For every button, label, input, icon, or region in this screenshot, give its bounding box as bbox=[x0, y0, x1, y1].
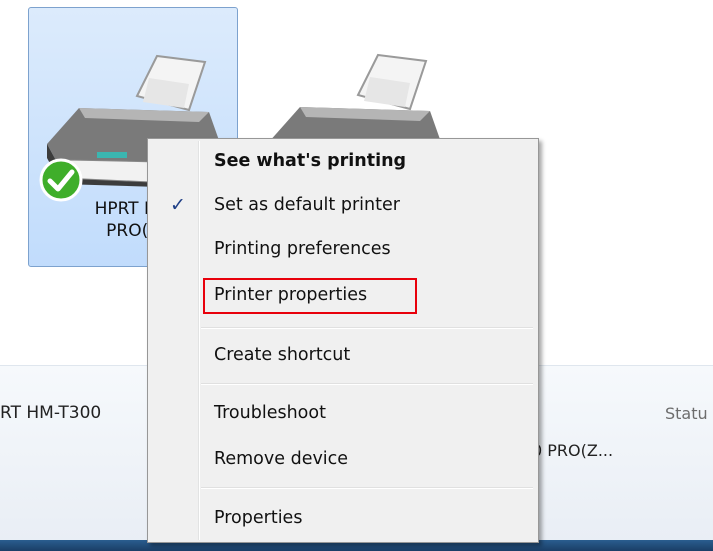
highlight-box bbox=[203, 278, 417, 314]
menu-separator bbox=[201, 487, 533, 489]
menu-item-set-default-printer[interactable]: ✓ Set as default printer bbox=[150, 189, 536, 221]
menu-item-printing-preferences[interactable]: Printing preferences bbox=[150, 233, 536, 265]
menu-item-see-whats-printing[interactable]: See what's printing bbox=[150, 145, 536, 177]
status-label: Statu bbox=[665, 404, 708, 423]
device-name: RT HM-T300 bbox=[0, 403, 102, 423]
menu-separator bbox=[201, 327, 533, 329]
menu-separator bbox=[201, 383, 533, 385]
menu-item-create-shortcut[interactable]: Create shortcut bbox=[150, 339, 536, 371]
menu-item-troubleshoot[interactable]: Troubleshoot bbox=[150, 397, 536, 429]
context-menu: See what's printing ✓ Set as default pri… bbox=[147, 138, 539, 543]
menu-item-properties[interactable]: Properties bbox=[150, 502, 536, 534]
menu-item-remove-device[interactable]: Remove device bbox=[150, 443, 536, 475]
checkmark-icon: ✓ bbox=[170, 194, 186, 216]
device-model: 0 PRO(Z... bbox=[532, 441, 614, 460]
